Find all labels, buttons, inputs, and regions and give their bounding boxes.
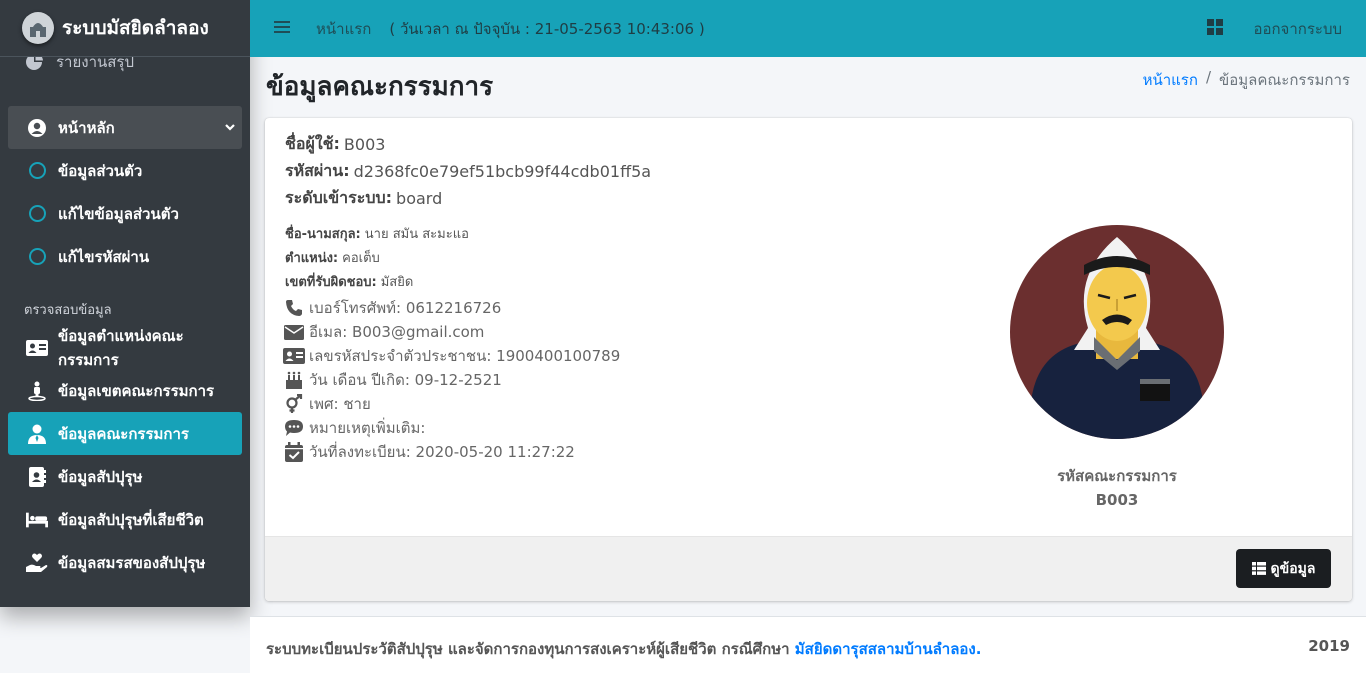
id-card-icon <box>26 339 48 356</box>
position-label: ตำแหน่ง: <box>285 250 339 266</box>
username-value: B003 <box>343 135 386 154</box>
table-icon <box>1251 562 1266 575</box>
profile-card-body: ชื่อผู้ใช้: B003 รหัสผ่าน: d2368fc0e79ef51… <box>265 118 1352 536</box>
breadcrumb-home[interactable]: หน้าแรก <box>1143 68 1198 92</box>
contact-info: เบอร์โทรศัพท์: 0612216726 อีเมล: B003@gm… <box>283 296 620 464</box>
sidebar-item-positions[interactable]: ข้อมูลตำแหน่งคณะกรรมการ <box>8 326 242 369</box>
gender-text: เพศ: ชาย <box>309 395 371 413</box>
brand-title: ระบบมัสยิดลำลอง <box>62 17 209 39</box>
sidebar-item-label: แก้ไขรหัสผ่าน <box>58 247 150 266</box>
id-card-icon <box>283 348 305 364</box>
citizen-id-text: เลขรหัสประจำตัวประชาชน: 1900400100789 <box>309 347 621 365</box>
circle-icon <box>26 205 48 222</box>
logout-link[interactable]: ออกจากระบบ <box>1253 17 1342 41</box>
phone-text: เบอร์โทรศัพท์: 0612216726 <box>309 299 502 317</box>
sidebar-item-committee[interactable]: ข้อมูลคณะกรรมการ <box>8 412 242 455</box>
list-item: วัน เดือน ปีเกิด: 09-12-2521 <box>283 368 620 392</box>
sidebar-item-deceased[interactable]: ข้อมูลสัปปุรุษที่เสียชีวิต <box>8 498 242 541</box>
calendar-check-icon <box>283 442 305 462</box>
account-info: ชื่อผู้ใช้: B003 รหัสผ่าน: d2368fc0e79ef51… <box>285 131 651 212</box>
birthdate-text: วัน เดือน ปีเกิด: 09-12-2521 <box>309 371 502 389</box>
circle-icon <box>26 162 48 179</box>
profile-card-footer: ดูข้อมูล <box>265 536 1352 601</box>
gender-icon <box>283 394 305 414</box>
sidebar-item-label: ข้อมูลสัปปุรุษที่เสียชีวิต <box>58 510 204 529</box>
breadcrumb: หน้าแรก / ข้อมูลคณะกรรมการ <box>1143 68 1350 92</box>
sidebar: ระบบมัสยิดลำลอง รายงานสรุป หน้าหลัก ข้อม… <box>0 0 250 607</box>
email-text: อีเมล: B003@gmail.com <box>309 323 485 341</box>
view-data-button[interactable]: ดูข้อมูล <box>1236 549 1331 588</box>
password-value: d2368fc0e79ef51bcb99f44cdb01ff5a <box>353 162 652 181</box>
mosque-logo-icon <box>22 12 54 44</box>
sidebar-nav: หน้าหลัก ข้อมูลส่วนตัว แก้ไขข้อมูลส่วนตั… <box>8 106 242 584</box>
page-footer: ระบบทะเบียนประวัติสัปปุรุษ และจัดการกองท… <box>250 616 1366 673</box>
sidebar-item-profile[interactable]: ข้อมูลส่วนตัว <box>8 149 242 192</box>
level-label: ระดับเข้าระบบ: <box>285 188 393 207</box>
phone-icon <box>283 299 305 317</box>
list-item: หมายเหตุเพิ่มเติม: <box>283 416 620 440</box>
sidebar-item-label: แก้ไขข้อมูลส่วนตัว <box>58 204 179 223</box>
member-code-label: รหัสคณะกรรมการ <box>1057 467 1177 485</box>
address-book-icon <box>26 466 48 487</box>
brand[interactable]: ระบบมัสยิดลำลอง <box>0 0 250 57</box>
user-circle-icon <box>26 118 48 138</box>
bed-icon <box>26 512 48 528</box>
breadcrumb-separator: / <box>1205 68 1211 86</box>
avatar <box>1010 225 1224 439</box>
name-value: นาย สมัน สะมะแอ <box>364 226 469 242</box>
sidebar-item-label: ข้อมูลเขตคณะกรรมการ <box>58 381 215 400</box>
sidebar-item-label: ข้อมูลสมรสของสัปปุรุษ <box>58 553 206 572</box>
sidebar-item-label: ข้อมูลตำแหน่งคณะกรรมการ <box>58 326 184 369</box>
footer-year: 2019 <box>1308 637 1350 655</box>
sidebar-item-change-password[interactable]: แก้ไขรหัสผ่าน <box>8 235 242 278</box>
profile-card: ชื่อผู้ใช้: B003 รหัสผ่าน: d2368fc0e79ef51… <box>265 118 1352 601</box>
sidebar-item-main[interactable]: หน้าหลัก <box>8 106 242 149</box>
name-label: ชื่อ-นามสกุล: <box>285 226 361 242</box>
position-value: คอเต็บ <box>342 250 380 266</box>
view-data-label: ดูข้อมูล <box>1270 560 1316 577</box>
zone-label: เขตที่รับผิดชอบ: <box>285 274 377 290</box>
menu-toggle-icon[interactable] <box>274 19 290 38</box>
sidebar-item-label: หน้าหลัก <box>58 118 115 137</box>
sidebar-section-header: ตรวจสอบข้อมูล <box>24 303 112 318</box>
hand-holding-heart-icon <box>26 552 48 573</box>
registered-text: วันที่ลงทะเบียน: 2020-05-20 11:27:22 <box>309 443 575 461</box>
top-home-link[interactable]: หน้าแรก <box>316 17 371 41</box>
comment-dots-icon <box>283 419 305 437</box>
grid-icon[interactable] <box>1207 18 1224 39</box>
sidebar-item-edit-profile[interactable]: แก้ไขข้อมูลส่วนตัว <box>8 192 242 235</box>
list-item: เบอร์โทรศัพท์: 0612216726 <box>283 296 620 320</box>
list-item: อีเมล: B003@gmail.com <box>283 320 620 344</box>
note-text: หมายเหตุเพิ่มเติม: <box>309 419 426 437</box>
envelope-icon <box>283 324 305 340</box>
user-tie-icon <box>26 424 48 444</box>
list-item: วันที่ลงทะเบียน: 2020-05-20 11:27:22 <box>283 440 620 464</box>
footer-description: ระบบทะเบียนประวัติสัปปุรุษ และจัดการกองท… <box>266 640 790 658</box>
sidebar-item-zones[interactable]: ข้อมูลเขตคณะกรรมการ <box>8 369 242 412</box>
level-value: board <box>396 189 443 208</box>
zone-value: มัสยิด <box>380 274 414 290</box>
birthday-cake-icon <box>283 371 305 389</box>
current-datetime: ( วันเวลา ณ ปัจจุบัน : 21-05-2563 10:43:… <box>389 19 705 38</box>
top-navbar: หน้าแรก ( วันเวลา ณ ปัจจุบัน : 21-05-256… <box>250 0 1366 57</box>
circle-icon <box>26 248 48 265</box>
sidebar-item-label: ข้อมูลสัปปุรุษ <box>58 467 143 486</box>
sidebar-item-marriages[interactable]: ข้อมูลสมรสของสัปปุรุษ <box>8 541 242 584</box>
footer-link[interactable]: มัสยิดดารุสสลามบ้านลำลอง. <box>795 640 982 658</box>
sidebar-item-label: ข้อมูลคณะกรรมการ <box>58 424 189 443</box>
list-item: เพศ: ชาย <box>283 392 620 416</box>
street-view-icon <box>26 381 48 401</box>
footer-text: ระบบทะเบียนประวัติสัปปุรุษ และจัดการกองท… <box>266 637 981 661</box>
person-info: ชื่อ-นามสกุล: นาย สมัน สะมะแอ ตำแหน่ง: คอเ… <box>285 221 469 293</box>
username-label: ชื่อผู้ใช้: <box>285 134 340 153</box>
page-title: ข้อมูลคณะกรรมการ <box>266 72 494 102</box>
member-code-value: B003 <box>1095 491 1139 509</box>
list-item: เลขรหัสประจำตัวประชาชน: 1900400100789 <box>283 344 620 368</box>
breadcrumb-current: ข้อมูลคณะกรรมการ <box>1219 71 1350 89</box>
chevron-down-icon <box>224 119 236 137</box>
sidebar-item-label: ข้อมูลส่วนตัว <box>58 161 143 180</box>
password-label: รหัสผ่าน: <box>285 161 350 180</box>
sidebar-item-members[interactable]: ข้อมูลสัปปุรุษ <box>8 455 242 498</box>
